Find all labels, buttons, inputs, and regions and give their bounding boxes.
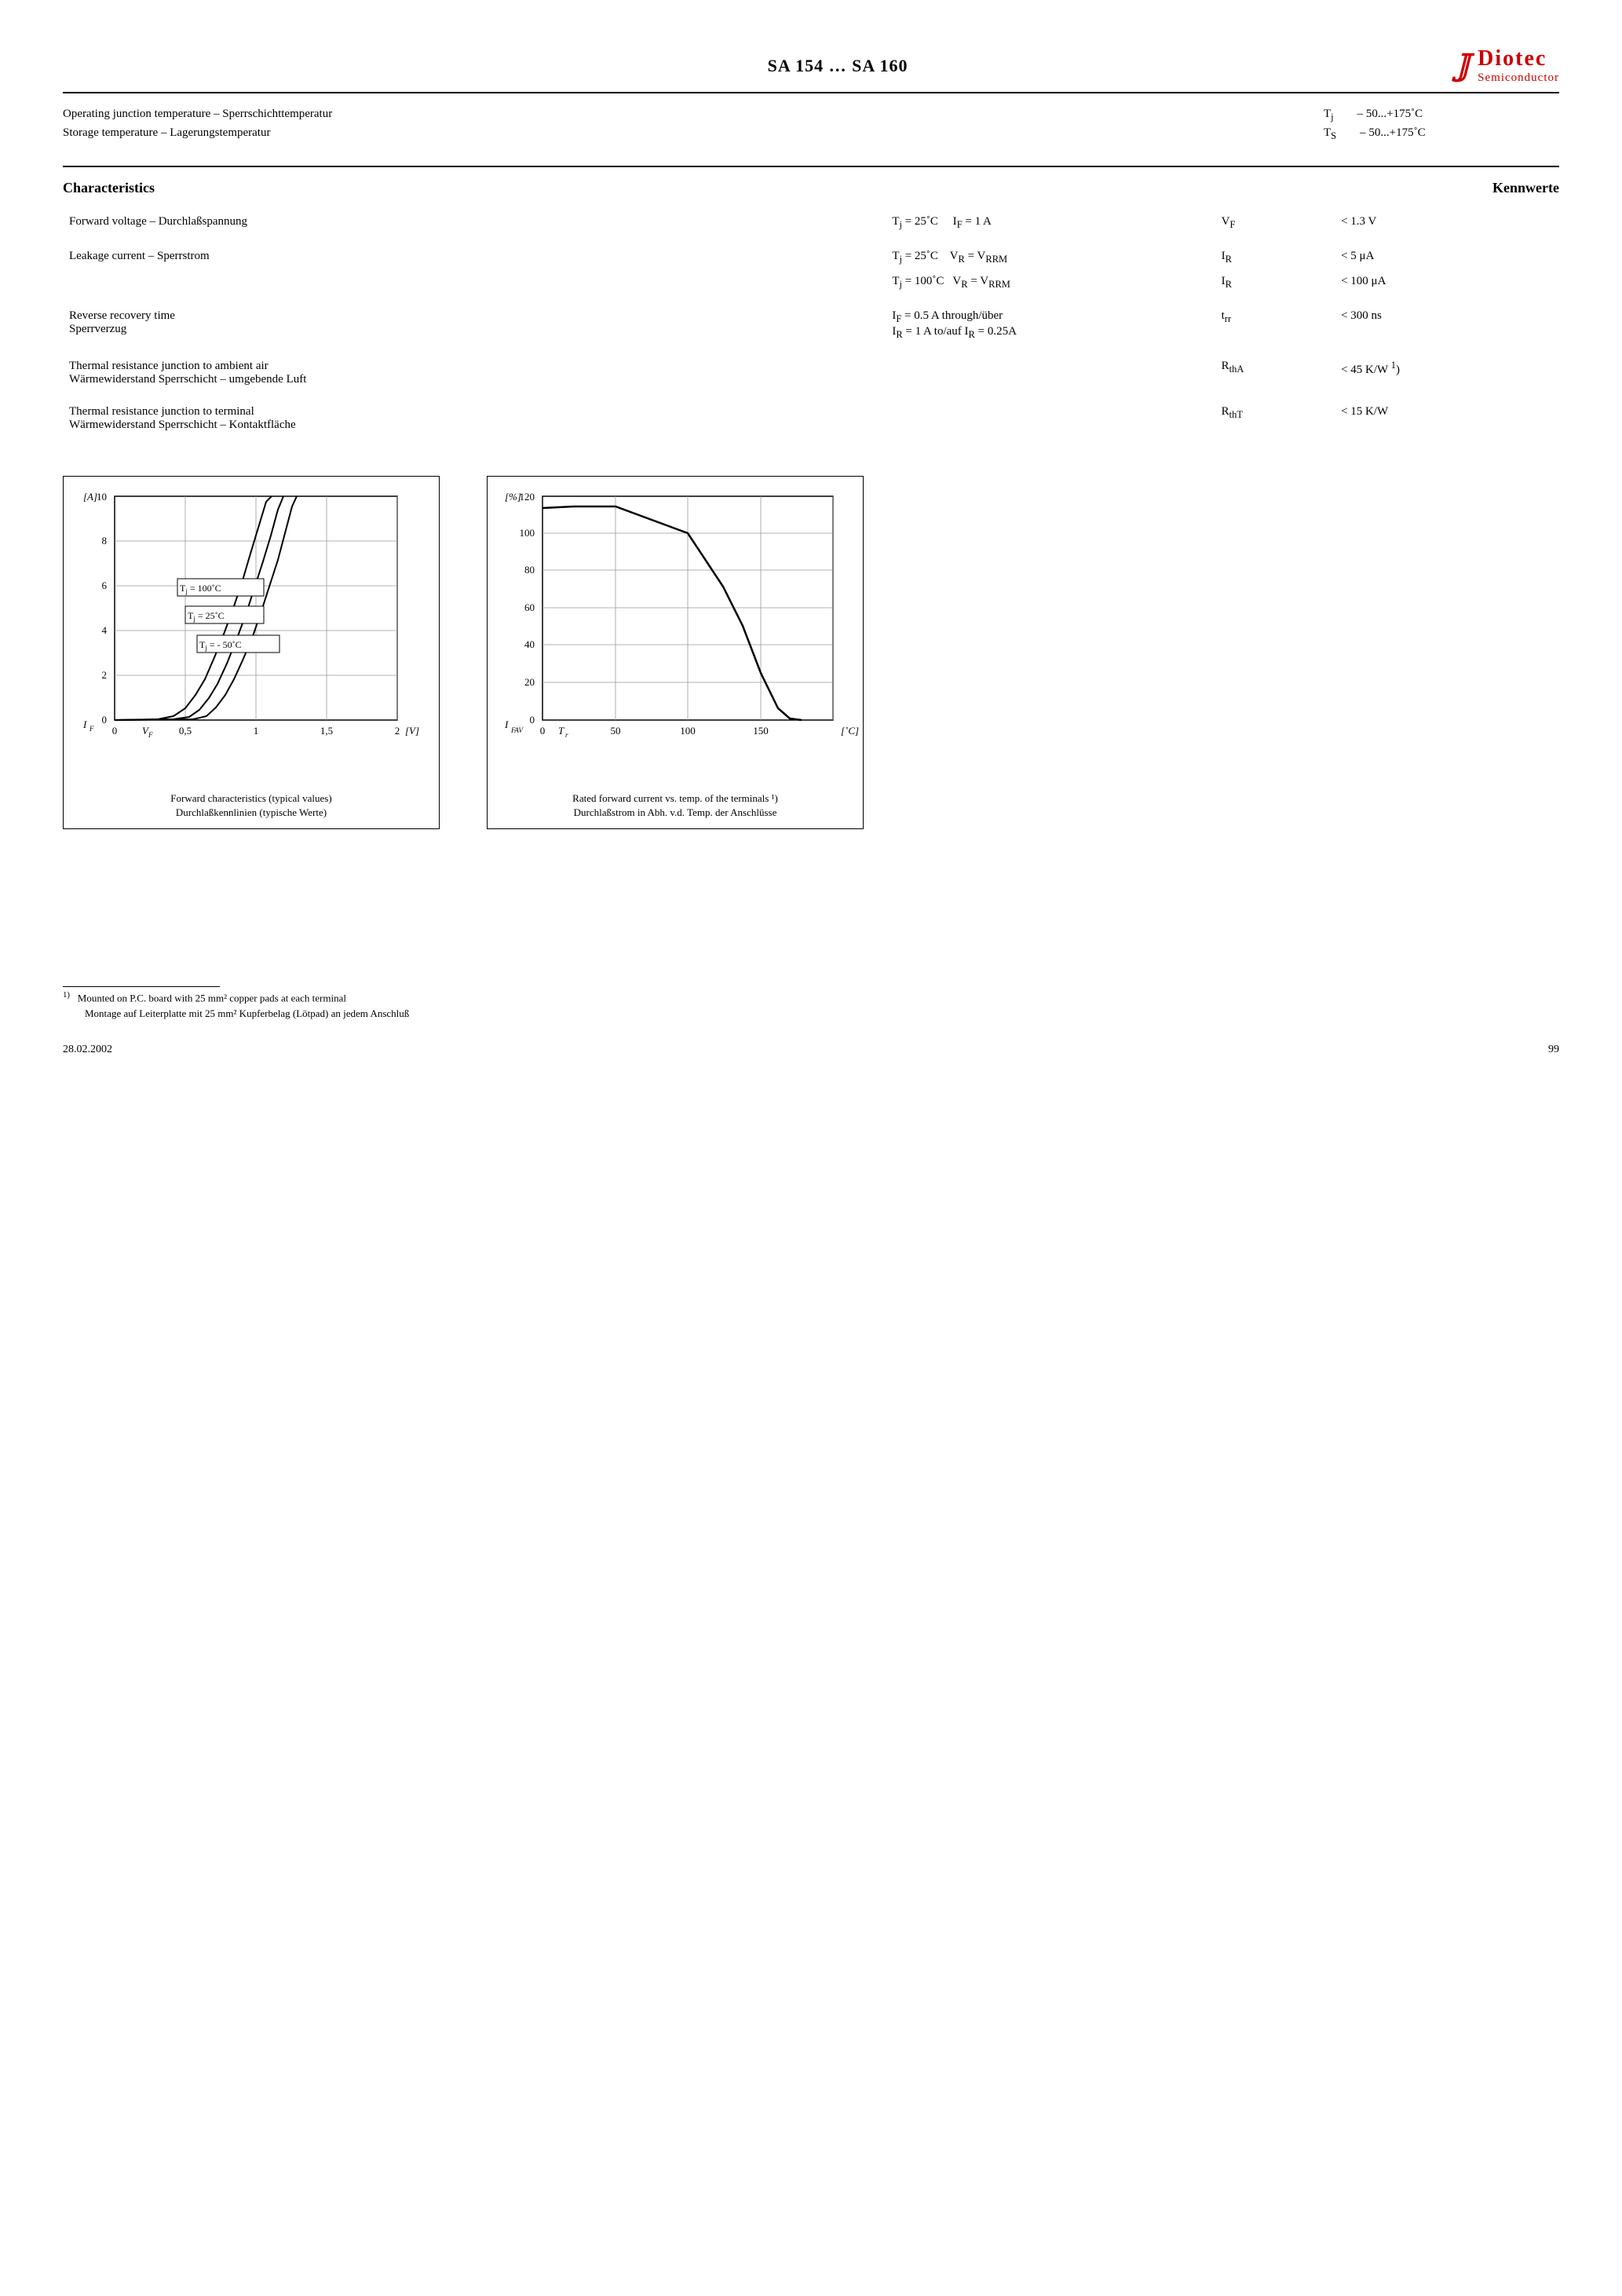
chart1-svg: 0 2 4 6 8 10 [A] 0 0,5 1 1,5 2 [V] V F I… xyxy=(71,484,433,783)
svg-text:2: 2 xyxy=(102,669,108,681)
chart1-caption: Forward characteristics (typical values)… xyxy=(71,792,431,820)
svg-text:0: 0 xyxy=(102,714,108,726)
chart2-caption: Rated forward current vs. temp. of the t… xyxy=(495,792,855,820)
page-header: SA 154 … SA 160 𝕁 Diotec Semiconductor xyxy=(63,47,1559,93)
svg-text:I: I xyxy=(82,718,87,730)
svg-text:100: 100 xyxy=(680,725,696,737)
ta-symbol: RthA xyxy=(1215,355,1335,391)
svg-text:20: 20 xyxy=(524,676,535,688)
tt-symbol: RthT xyxy=(1215,400,1335,437)
chart1-area: 0 2 4 6 8 10 [A] 0 0,5 1 1,5 2 [V] V F I… xyxy=(71,484,431,787)
logo-sub: Semiconductor xyxy=(1478,71,1559,85)
svg-text:r: r xyxy=(565,731,568,739)
svg-text:[˚C]: [˚C] xyxy=(841,725,859,737)
ta-param: Thermal resistance junction to ambient a… xyxy=(63,355,886,391)
chart2-area: 0 20 40 60 80 100 120 [%] 0 50 100 150 [… xyxy=(495,484,855,787)
fv-param: Forward voltage – Durchlaßspannung xyxy=(63,210,886,236)
svg-text:8: 8 xyxy=(102,535,108,547)
svg-text:2: 2 xyxy=(395,725,400,737)
temp-value-1: Tj – 50...+175˚C xyxy=(1324,108,1559,123)
svg-text:100: 100 xyxy=(520,527,535,539)
svg-text:80: 80 xyxy=(524,564,535,576)
footer-page: 99 xyxy=(1548,1044,1559,1056)
svg-text:[A]: [A] xyxy=(83,491,97,503)
char-row-recovery: Reverse recovery timeSperrverzug IF = 0.… xyxy=(63,305,1559,345)
lc-cond-2: Tj = 100˚C VR = VRRM xyxy=(886,270,1215,295)
temp-label-1: Operating junction temperature – Sperrsc… xyxy=(63,108,332,123)
svg-text:FAV: FAV xyxy=(510,726,524,734)
svg-text:F: F xyxy=(89,725,94,733)
temp-label-2: Storage temperature – Lagerungstemperatu… xyxy=(63,126,270,142)
footer-bottom: 28.02.2002 99 xyxy=(63,1044,1559,1056)
logo-brand: Diotec xyxy=(1478,47,1559,71)
section-divider xyxy=(63,166,1559,167)
characteristics-header: Characteristics Kennwerte xyxy=(63,180,1559,196)
svg-text:150: 150 xyxy=(753,725,769,737)
char-row-thermal-ambient: Thermal resistance junction to ambient a… xyxy=(63,355,1559,391)
page-title: SA 154 … SA 160 xyxy=(220,56,1456,76)
logo-area: 𝕁 Diotec Semiconductor xyxy=(1456,47,1559,84)
tt-param: Thermal resistance junction to terminal … xyxy=(63,400,886,437)
ta-value: < 45 K/W 1) xyxy=(1335,355,1559,391)
char-row-leakage: Leakage current – Sperrstrom Tj = 25˚C V… xyxy=(63,245,1559,270)
char-row-thermal-terminal: Thermal resistance junction to terminal … xyxy=(63,400,1559,437)
lc-value-2: < 100 μA xyxy=(1335,270,1559,295)
svg-text:60: 60 xyxy=(524,601,535,613)
rr-cond: IF = 0.5 A through/über IR = 1 A to/auf … xyxy=(886,305,1215,345)
svg-text:0: 0 xyxy=(530,714,535,726)
svg-text:[V]: [V] xyxy=(405,725,419,737)
lc-param: Leakage current – Sperrstrom xyxy=(63,245,886,295)
footer-note: 1) Mounted on P.C. board with 25 mm² cop… xyxy=(63,990,1559,1004)
svg-text:6: 6 xyxy=(102,579,108,591)
chart2-container: 0 20 40 60 80 100 120 [%] 0 50 100 150 [… xyxy=(487,476,864,828)
footer-divider xyxy=(63,986,220,987)
footer-note-2: Montage auf Leiterplatte mit 25 mm² Kupf… xyxy=(85,1007,1559,1020)
charts-section: 0 2 4 6 8 10 [A] 0 0,5 1 1,5 2 [V] V F I… xyxy=(63,476,1559,828)
svg-text:10: 10 xyxy=(97,491,107,503)
fv-cond: Tj = 25˚C IF = 1 A xyxy=(886,210,1215,236)
svg-text:F: F xyxy=(148,731,153,739)
svg-text:40: 40 xyxy=(524,638,535,650)
svg-text:0: 0 xyxy=(112,725,118,737)
characteristics-table: Forward voltage – Durchlaßspannung Tj = … xyxy=(63,210,1559,437)
lc-cond-1: Tj = 25˚C VR = VRRM xyxy=(886,245,1215,270)
ta-cond xyxy=(886,355,1215,391)
logo-text: Diotec Semiconductor xyxy=(1478,47,1559,84)
svg-text:T: T xyxy=(558,725,564,737)
svg-text:50: 50 xyxy=(611,725,621,737)
svg-text:I: I xyxy=(504,718,509,730)
svg-text:0: 0 xyxy=(540,725,546,737)
fv-symbol: VF xyxy=(1215,210,1335,236)
svg-text:4: 4 xyxy=(102,624,108,636)
rr-param: Reverse recovery timeSperrverzug xyxy=(63,305,886,345)
footer: 1) Mounted on P.C. board with 25 mm² cop… xyxy=(63,986,1559,1056)
svg-text:120: 120 xyxy=(520,491,535,503)
rr-symbol: trr xyxy=(1215,305,1335,345)
svg-text:1,5: 1,5 xyxy=(320,725,333,737)
svg-text:1: 1 xyxy=(254,725,259,737)
chart2-svg: 0 20 40 60 80 100 120 [%] 0 50 100 150 [… xyxy=(495,484,872,783)
lc-symbol-1: IR xyxy=(1215,245,1335,270)
kennwerte-title: Kennwerte xyxy=(1492,180,1559,196)
temp-value-2: TS – 50...+175˚C xyxy=(1324,126,1559,142)
tt-cond xyxy=(886,400,1215,437)
temp-specs: Operating junction temperature – Sperrsc… xyxy=(63,108,1559,142)
logo-icon: 𝕁 xyxy=(1456,48,1470,83)
footer-date: 28.02.2002 xyxy=(63,1044,112,1056)
svg-text:0,5: 0,5 xyxy=(179,725,192,737)
fv-value: < 1.3 V xyxy=(1335,210,1559,236)
tt-value: < 15 K/W xyxy=(1335,400,1559,437)
chart1-container: 0 2 4 6 8 10 [A] 0 0,5 1 1,5 2 [V] V F I… xyxy=(63,476,440,828)
rr-value: < 300 ns xyxy=(1335,305,1559,345)
lc-symbol-2: IR xyxy=(1215,270,1335,295)
lc-value-1: < 5 μA xyxy=(1335,245,1559,270)
svg-text:[%]: [%] xyxy=(505,491,521,503)
char-row-forward-voltage: Forward voltage – Durchlaßspannung Tj = … xyxy=(63,210,1559,236)
characteristics-title: Characteristics xyxy=(63,180,155,196)
svg-text:Tj = 25˚C: Tj = 25˚C xyxy=(188,610,225,623)
